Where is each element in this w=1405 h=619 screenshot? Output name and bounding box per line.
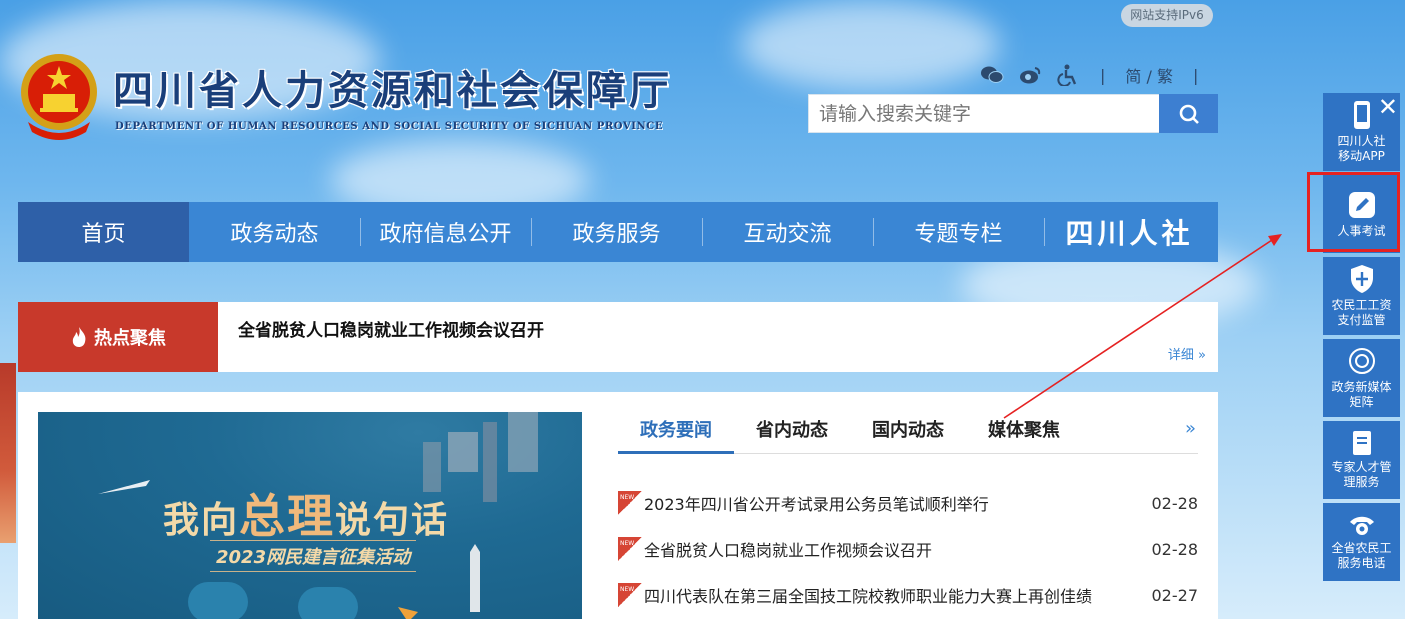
tabs-more-link[interactable]: » xyxy=(1185,418,1196,439)
campaign-banner[interactable]: 我向总理说句话 2023网民建言征集活动 xyxy=(38,412,582,619)
separator: | xyxy=(1192,65,1199,85)
language-switch[interactable]: 简 / 繁 xyxy=(1125,63,1173,87)
national-emblem-icon xyxy=(21,54,97,140)
tab-provincial-news[interactable]: 省内动态 xyxy=(734,418,850,454)
side-service-panel: ✕ 四川人社 移动APP 人事考试 农民工工资 支付监管 政务新媒体 矩阵 专家… xyxy=(1323,93,1400,585)
banner-title-part: 我向 xyxy=(163,499,240,541)
search-button[interactable] xyxy=(1159,94,1218,133)
search-icon xyxy=(1179,104,1199,124)
side-item-expert-talent[interactable]: 专家人才管 理服务 xyxy=(1323,421,1400,499)
shield-icon xyxy=(1350,265,1373,293)
tab-media-focus[interactable]: 媒体聚焦 xyxy=(966,418,1082,454)
news-title[interactable]: 全省脱贫人口稳岗就业工作视频会议召开 xyxy=(644,537,1152,561)
hot-focus-headline[interactable]: 全省脱贫人口稳岗就业工作视频会议召开 xyxy=(238,316,544,341)
site-title: 四川省人力资源和社会保障厅 xyxy=(113,67,672,114)
side-item-label: 政务新媒体 矩阵 xyxy=(1331,380,1392,409)
side-item-label: 农民工工资 支付监管 xyxy=(1331,298,1392,327)
annotation-highlight-box xyxy=(1307,172,1400,252)
new-badge: NEW xyxy=(618,537,642,561)
news-tabs: 政务要闻 省内动态 国内动态 媒体聚焦 » xyxy=(618,418,1198,454)
nav-brand-logo[interactable]: 四川人社 xyxy=(1044,202,1215,262)
nav-government-services[interactable]: 政务服务 xyxy=(531,202,702,262)
book-icon xyxy=(1352,431,1371,455)
close-icon[interactable]: ✕ xyxy=(1378,95,1398,119)
mobile-icon xyxy=(1353,101,1370,129)
tab-government-news[interactable]: 政务要闻 xyxy=(618,418,734,454)
list-item[interactable]: NEW 全省脱贫人口稳岗就业工作视频会议召开 02-28 xyxy=(618,526,1198,572)
list-item[interactable]: NEW 四川代表队在第三届全国技工院校教师职业能力大赛上再创佳绩 02-27 xyxy=(618,572,1198,618)
side-item-label: 全省农民工 服务电话 xyxy=(1331,541,1392,570)
media-icon xyxy=(1348,348,1375,374)
side-item-wage-supervision[interactable]: 农民工工资 支付监管 xyxy=(1323,257,1400,335)
search-input[interactable] xyxy=(808,94,1160,133)
hot-focus-text: 热点聚焦 xyxy=(94,328,166,349)
ipv6-badge: 网站支持IPv6 xyxy=(1121,4,1213,27)
accessibility-icon[interactable] xyxy=(1056,64,1080,86)
new-badge: NEW xyxy=(618,583,642,607)
hot-focus-more-link[interactable]: 详细 » xyxy=(1168,344,1206,363)
cloud xyxy=(740,0,1000,90)
news-list: NEW 2023年四川省公开考试录用公务员笔试顺利举行 02-28 NEW 全省… xyxy=(618,480,1198,618)
side-item-new-media[interactable]: 政务新媒体 矩阵 xyxy=(1323,339,1400,417)
banner-title: 我向总理说句话 xyxy=(163,480,449,546)
hot-focus-label: 热点聚焦 xyxy=(18,302,218,372)
side-item-label: 四川人社 移动APP xyxy=(1337,134,1386,163)
news-section: 我向总理说句话 2023网民建言征集活动 政务要闻 省内动态 国内动态 媒体聚焦… xyxy=(18,392,1218,619)
banner-title-emphasis: 总理 xyxy=(239,489,336,543)
news-date: 02-28 xyxy=(1151,493,1199,513)
list-item[interactable]: NEW 2023年四川省公开考试录用公务员笔试顺利举行 02-28 xyxy=(618,480,1198,526)
nav-home[interactable]: 首页 xyxy=(18,202,189,262)
side-item-mobile-app[interactable]: ✕ 四川人社 移动APP xyxy=(1323,93,1400,171)
site-subtitle: DEPARTMENT OF HUMAN RESOURCES AND SOCIAL… xyxy=(115,121,664,132)
tab-domestic-news[interactable]: 国内动态 xyxy=(850,418,966,454)
separator: | xyxy=(1100,65,1106,85)
main-nav: 首页 政务动态 政府信息公开 政务服务 互动交流 专题专栏 四川人社 xyxy=(18,202,1218,262)
news-date: 02-28 xyxy=(1151,539,1199,559)
nav-interaction[interactable]: 互动交流 xyxy=(702,202,873,262)
left-floating-tab[interactable] xyxy=(0,363,16,543)
news-date: 02-27 xyxy=(1151,585,1199,605)
nav-government-news[interactable]: 政务动态 xyxy=(189,202,360,262)
hot-focus-bar: 热点聚焦 全省脱贫人口稳岗就业工作视频会议召开 详细 » xyxy=(18,302,1218,372)
wechat-icon[interactable] xyxy=(980,64,1004,86)
phone-icon xyxy=(1349,516,1374,535)
news-title[interactable]: 四川代表队在第三届全国技工院校教师职业能力大赛上再创佳绩 xyxy=(644,583,1152,607)
news-title[interactable]: 2023年四川省公开考试录用公务员笔试顺利举行 xyxy=(644,491,1152,515)
top-links: | 简 / 繁 | xyxy=(980,62,1204,88)
side-item-hotline[interactable]: 全省农民工 服务电话 xyxy=(1323,503,1400,581)
banner-title-part: 说句话 xyxy=(335,499,450,541)
banner-subtitle: 2023网民建言征集活动 xyxy=(210,540,417,572)
nav-info-disclosure[interactable]: 政府信息公开 xyxy=(360,202,531,262)
nav-special-topics[interactable]: 专题专栏 xyxy=(873,202,1044,262)
side-item-label: 专家人才管 理服务 xyxy=(1331,460,1392,489)
new-badge: NEW xyxy=(618,491,642,515)
flame-icon xyxy=(72,327,86,347)
weibo-icon[interactable] xyxy=(1018,64,1042,86)
